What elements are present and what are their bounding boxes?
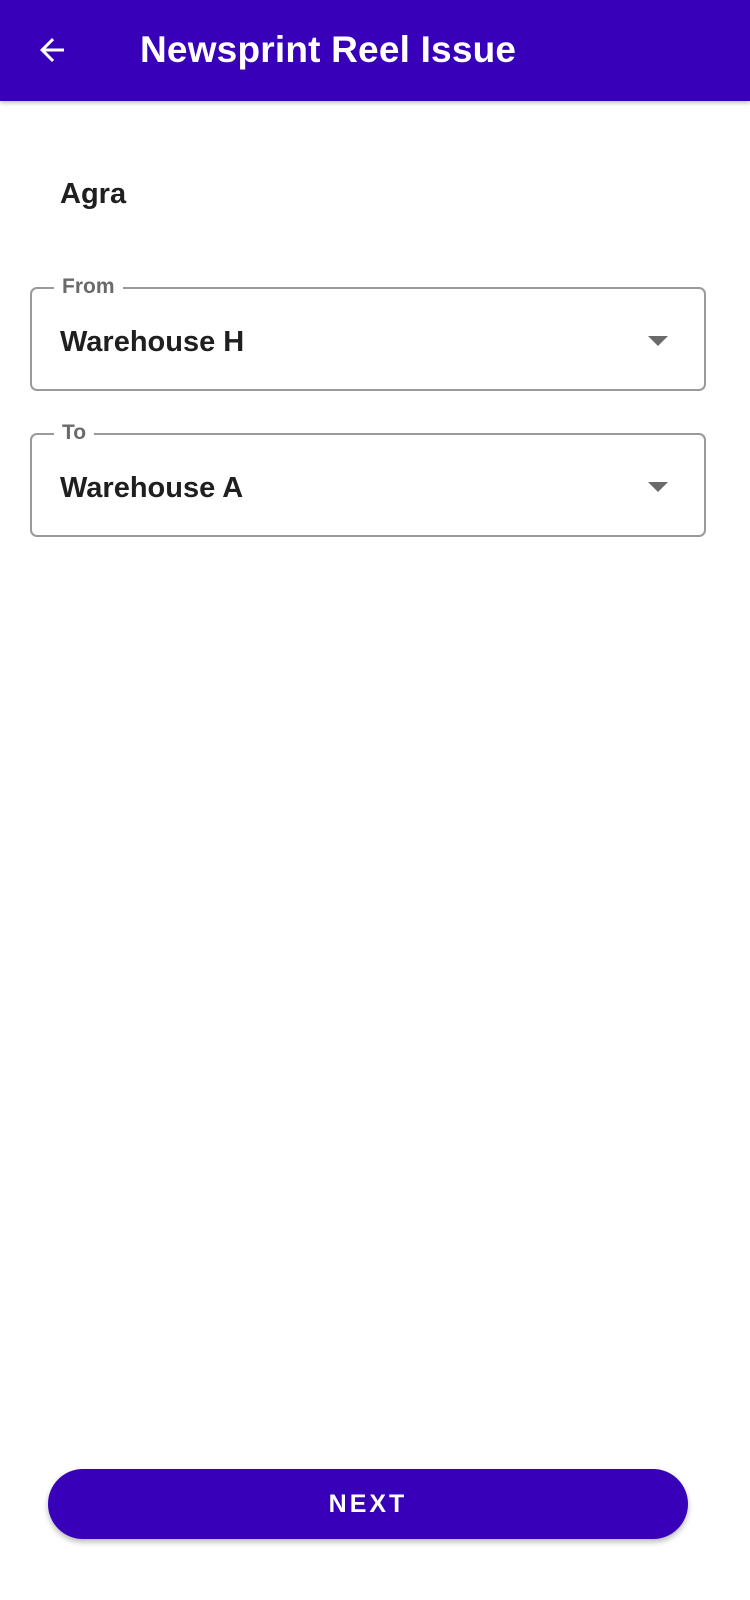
from-value: Warehouse H [60, 326, 245, 358]
app-bar: Newsprint Reel Issue [0, 0, 750, 101]
dropdown-caret-icon [648, 336, 668, 346]
from-label: From [54, 274, 123, 300]
next-button[interactable]: NEXT [48, 1469, 688, 1539]
page-title: Newsprint Reel Issue [140, 29, 517, 70]
from-warehouse-select[interactable]: From Warehouse H [30, 274, 706, 391]
to-label: To [54, 420, 95, 446]
arrow-left-icon [40, 38, 64, 62]
dropdown-caret-icon [648, 482, 668, 492]
back-button[interactable] [30, 28, 74, 72]
location-label: Agra [60, 178, 127, 210]
to-value: Warehouse A [60, 472, 244, 504]
to-warehouse-select[interactable]: To Warehouse A [30, 420, 706, 537]
